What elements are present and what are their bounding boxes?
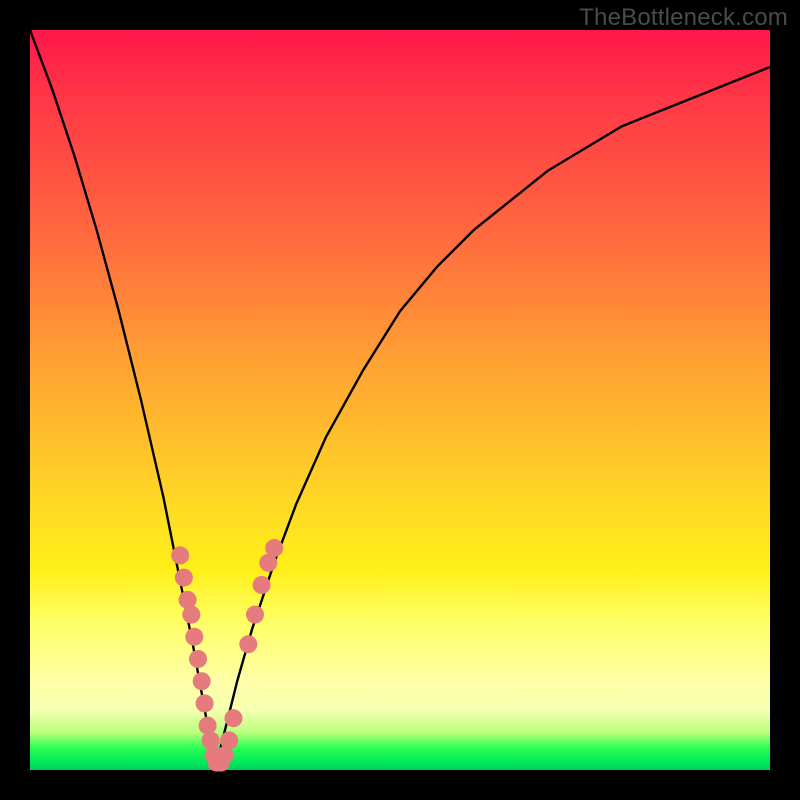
marker-dot bbox=[239, 635, 257, 653]
chart-svg bbox=[30, 30, 770, 770]
marker-dot bbox=[182, 606, 200, 624]
bottleneck-curve-left bbox=[30, 30, 215, 770]
marker-dot bbox=[253, 576, 271, 594]
marker-dot bbox=[246, 606, 264, 624]
marker-dot bbox=[171, 546, 189, 564]
marker-dot bbox=[220, 731, 238, 749]
marker-dot bbox=[199, 717, 217, 735]
chart-frame: TheBottleneck.com bbox=[0, 0, 800, 800]
marker-dot bbox=[189, 650, 207, 668]
marker-dot bbox=[225, 709, 243, 727]
bottleneck-curve-right bbox=[215, 67, 770, 770]
marker-dot bbox=[175, 569, 193, 587]
marker-dot bbox=[193, 672, 211, 690]
marker-dot bbox=[265, 539, 283, 557]
marker-dot bbox=[185, 628, 203, 646]
watermark-text: TheBottleneck.com bbox=[579, 4, 788, 32]
marker-layer bbox=[171, 539, 283, 772]
curve-layer bbox=[30, 30, 770, 770]
marker-dot bbox=[196, 694, 214, 712]
